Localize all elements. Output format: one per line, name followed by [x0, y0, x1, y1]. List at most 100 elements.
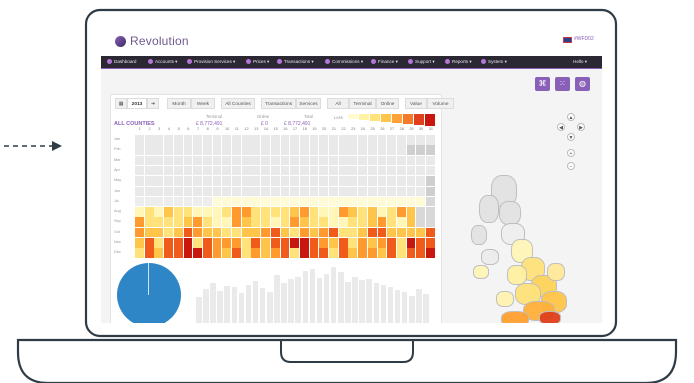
map-county-region[interactable]: [501, 311, 529, 323]
heatmap-cell[interactable]: [154, 248, 164, 258]
heatmap-cell[interactable]: [426, 217, 435, 227]
heatmap-cell[interactable]: [154, 155, 164, 166]
heatmap-cell[interactable]: [348, 227, 358, 238]
heatmap-cell[interactable]: [290, 155, 300, 166]
heatmap-cell[interactable]: [416, 135, 426, 145]
heatmap-cell[interactable]: [144, 135, 154, 145]
nav-prices[interactable]: Prices ▾: [246, 56, 269, 68]
heatmap-cell[interactable]: [367, 196, 377, 207]
heatmap-cell[interactable]: [280, 217, 290, 227]
heatmap-cell[interactable]: [387, 135, 397, 145]
heatmap-cell[interactable]: [280, 186, 290, 196]
nav-commissions[interactable]: Commissions ▾: [325, 56, 363, 68]
heatmap-cell[interactable]: [416, 248, 426, 258]
pan-up-icon[interactable]: ▲: [567, 113, 575, 121]
heatmap-cell[interactable]: [338, 207, 348, 217]
tab-terminal[interactable]: Terminal: [349, 98, 376, 109]
heatmap-cell[interactable]: [290, 207, 300, 217]
heatmap-cell[interactable]: [329, 155, 338, 166]
heatmap-cell[interactable]: [251, 176, 261, 186]
heatmap-cell[interactable]: [426, 135, 435, 145]
heatmap-cell[interactable]: [173, 238, 183, 248]
heatmap-cell[interactable]: [212, 248, 222, 258]
heatmap-cell[interactable]: [222, 207, 232, 217]
grid-view-button[interactable]: ⌘: [535, 77, 550, 91]
heatmap-cell[interactable]: [348, 186, 358, 196]
heatmap-cell[interactable]: [212, 155, 222, 166]
heatmap-cell[interactable]: [222, 135, 232, 145]
user-id[interactable]: #WFD02: [574, 36, 594, 42]
heatmap-cell[interactable]: [416, 155, 426, 166]
heatmap-cell[interactable]: [299, 227, 309, 238]
heatmap-cell[interactable]: [164, 176, 173, 186]
heatmap-cell[interactable]: [396, 165, 406, 176]
heatmap-cell[interactable]: [261, 248, 270, 258]
heatmap-cell[interactable]: [329, 186, 338, 196]
map-county-region[interactable]: [547, 263, 565, 281]
heatmap-cell[interactable]: [299, 196, 309, 207]
heatmap-cell[interactable]: [358, 217, 367, 227]
heatmap-cell[interactable]: [290, 176, 300, 186]
heatmap-cell[interactable]: [329, 196, 338, 207]
heatmap-cell[interactable]: [193, 238, 203, 248]
heatmap-cell[interactable]: [251, 227, 261, 238]
tab-week[interactable]: Week: [191, 98, 215, 109]
heatmap-cell[interactable]: [426, 155, 435, 166]
heatmap-cell[interactable]: [299, 145, 309, 155]
heatmap-cell[interactable]: [261, 238, 270, 248]
heatmap-cell[interactable]: [193, 217, 203, 227]
heatmap-cell[interactable]: [183, 176, 193, 186]
heatmap-cell[interactable]: [416, 145, 426, 155]
heatmap-cell[interactable]: [241, 186, 251, 196]
heatmap-cell[interactable]: [270, 196, 280, 207]
heatmap-cell[interactable]: [338, 238, 348, 248]
heatmap-cell[interactable]: [319, 207, 329, 217]
heatmap-cell[interactable]: [173, 145, 183, 155]
heatmap-cell[interactable]: [270, 165, 280, 176]
map-county-region[interactable]: [471, 225, 487, 245]
tab-transactions[interactable]: Transactions: [261, 98, 296, 109]
heatmap-cell[interactable]: [280, 207, 290, 217]
globe-view-button[interactable]: ◍: [575, 77, 590, 91]
heatmap-cell[interactable]: [299, 238, 309, 248]
heatmap-cell[interactable]: [338, 176, 348, 186]
heatmap-cell[interactable]: [222, 155, 232, 166]
heatmap-cell[interactable]: [358, 135, 367, 145]
heatmap-cell[interactable]: [348, 145, 358, 155]
heatmap-cell[interactable]: [367, 227, 377, 238]
heatmap-cell[interactable]: [232, 155, 241, 166]
heatmap-cell[interactable]: [319, 186, 329, 196]
heatmap-cell[interactable]: [377, 227, 387, 238]
heatmap-cell[interactable]: [183, 165, 193, 176]
heatmap-cell[interactable]: [358, 155, 367, 166]
heatmap-cell[interactable]: [193, 135, 203, 145]
heatmap-cell[interactable]: [202, 207, 212, 217]
nav-hello[interactable]: Hello ▾: [573, 56, 587, 68]
heatmap-cell[interactable]: [261, 217, 270, 227]
heatmap-cell[interactable]: [290, 196, 300, 207]
heatmap-cell[interactable]: [358, 248, 367, 258]
map-county-region[interactable]: [496, 291, 514, 307]
heatmap-cell[interactable]: [202, 165, 212, 176]
pan-right-icon[interactable]: ▶: [577, 123, 585, 131]
year-selector[interactable]: 2013: [127, 98, 147, 109]
heatmap-cell[interactable]: [135, 238, 144, 248]
pan-left-icon[interactable]: ◀: [557, 123, 565, 131]
heatmap-cell[interactable]: [406, 248, 416, 258]
heatmap-cell[interactable]: [280, 176, 290, 186]
heatmap-cell[interactable]: [241, 217, 251, 227]
pan-down-icon[interactable]: ▼: [567, 133, 575, 141]
heatmap-cell[interactable]: [164, 165, 173, 176]
heatmap-cell[interactable]: [154, 135, 164, 145]
heatmap-cell[interactable]: [261, 176, 270, 186]
heatmap-cell[interactable]: [241, 196, 251, 207]
heatmap-cell[interactable]: [222, 238, 232, 248]
heatmap-cell[interactable]: [212, 196, 222, 207]
heatmap-cell[interactable]: [396, 248, 406, 258]
heatmap-cell[interactable]: [299, 207, 309, 217]
heatmap-cell[interactable]: [183, 217, 193, 227]
heatmap-cell[interactable]: [367, 248, 377, 258]
heatmap-cell[interactable]: [319, 248, 329, 258]
heatmap-cell[interactable]: [280, 227, 290, 238]
heatmap-cell[interactable]: [173, 217, 183, 227]
